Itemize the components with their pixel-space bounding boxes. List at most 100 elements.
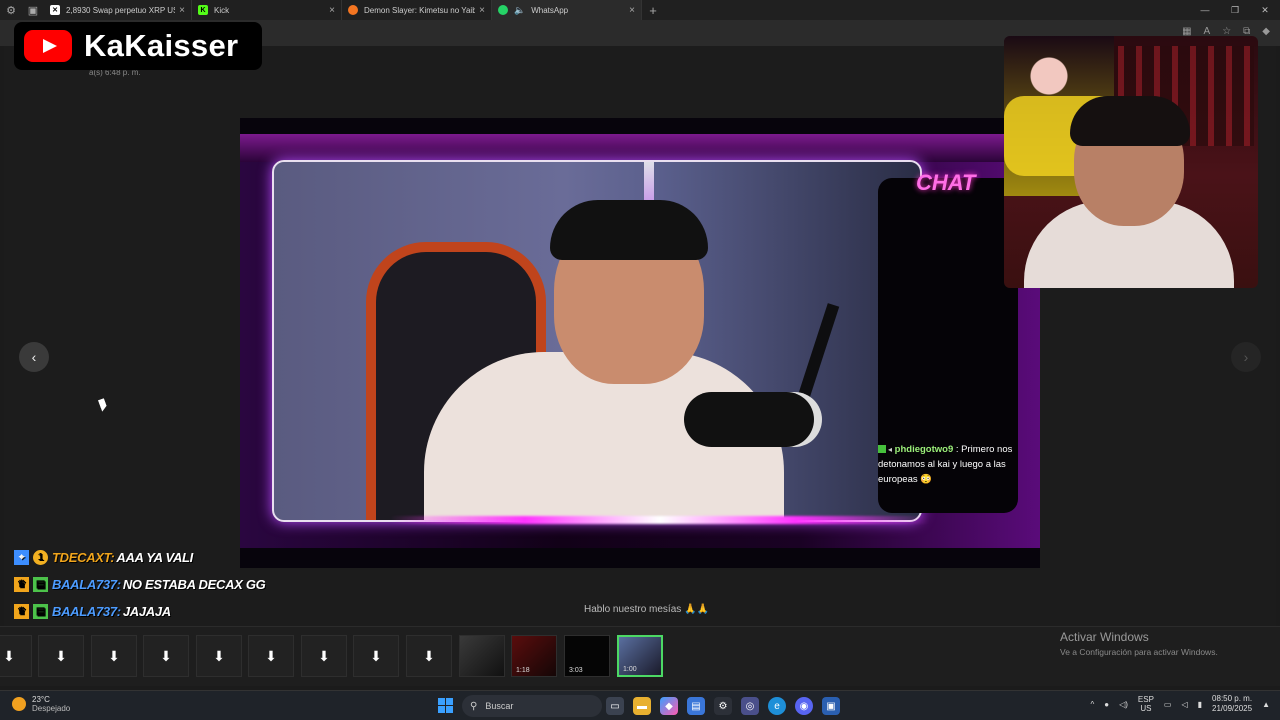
whatsapp-icon: [498, 5, 508, 15]
download-icon: ⬇: [3, 647, 15, 664]
close-icon[interactable]: ×: [179, 5, 185, 16]
copilot-icon[interactable]: ◆: [660, 697, 678, 715]
browser-menu-icon[interactable]: ⚙: [0, 0, 22, 20]
chat-username: TDECAXT:: [52, 550, 115, 565]
volume-icon[interactable]: ◁): [1119, 700, 1128, 709]
search-icon: ⚲: [470, 700, 478, 712]
download-icon: ⬇: [370, 647, 382, 664]
download-icon: ⬇: [265, 647, 277, 664]
store-icon[interactable]: ▤: [687, 697, 705, 715]
settings-icon[interactable]: ⚙: [714, 697, 732, 715]
kick-chat-line: ♛ ▤ BAALA737: NO ESTABA DECAX GG: [14, 571, 266, 598]
close-icon[interactable]: ×: [629, 5, 635, 16]
battery-icon[interactable]: ▮: [1198, 700, 1202, 709]
kick-chat-overlay: ⌖ 1 TDECAXT: AAA YA VALI ♛ ▤ BAALA737: N…: [14, 544, 266, 625]
weather-icon: [12, 697, 26, 711]
chat-message: NO ESTABA DECAX GG: [122, 577, 266, 592]
taskbar-apps: ▭ ▬ ◆ ▤ ⚙ ◎ e ◉ ▣: [606, 697, 840, 715]
speaker-icon[interactable]: 🔈: [514, 5, 525, 16]
thumbnail-video[interactable]: 1:18: [511, 635, 557, 677]
kick-icon: K: [198, 5, 208, 15]
thumbnail-download[interactable]: ⬇: [0, 635, 32, 677]
task-view-icon[interactable]: ▭: [606, 697, 624, 715]
youtube-logo-icon: [24, 30, 72, 62]
thumbnail-download[interactable]: ⬇: [406, 635, 452, 677]
network-icon[interactable]: ▭: [1164, 700, 1172, 709]
copilot-icon[interactable]: ◆: [1262, 26, 1270, 37]
chat-message: AAA YA VALI: [116, 550, 193, 565]
edge-icon[interactable]: e: [768, 697, 786, 715]
windows-taskbar: 23°C Despejado ⚲ Buscar ▭ ▬ ◆ ▤ ⚙ ◎ e ◉ …: [0, 690, 1280, 720]
thumbnail-download[interactable]: ⬇: [196, 635, 242, 677]
download-icon: ⬇: [108, 647, 120, 664]
stream-video[interactable]: CHAT ◂ phdiegotwo9 : Primero nos detonam…: [240, 118, 1040, 568]
tab-xrp[interactable]: ✕ 2,8930 Swap perpetuo XRP USD | ×: [44, 0, 192, 20]
chat-title: CHAT: [916, 170, 976, 195]
download-icon: ⬇: [423, 647, 435, 664]
crunchyroll-icon: [348, 5, 358, 15]
crown-icon: ♛: [14, 577, 29, 592]
taskbar-search[interactable]: ⚲ Buscar: [462, 695, 602, 717]
activate-title: Activar Windows: [1060, 630, 1149, 644]
close-window-icon[interactable]: ✕: [1250, 0, 1280, 20]
screen: ⚙ ▣ ✕ 2,8930 Swap perpetuo XRP USD | × K…: [0, 0, 1280, 720]
youtube-channel-badge: KaKaisser: [14, 22, 262, 70]
notification-icon[interactable]: ▲: [1262, 700, 1270, 709]
app-icon[interactable]: ◎: [741, 697, 759, 715]
file-explorer-icon[interactable]: ▬: [633, 697, 651, 715]
thumbnail-download[interactable]: ⬇: [143, 635, 189, 677]
chat-separator: :: [953, 444, 962, 455]
tab-whatsapp[interactable]: 🔈 WhatsApp ×: [492, 0, 642, 20]
close-icon[interactable]: ×: [329, 5, 335, 16]
thumbnail-image[interactable]: [459, 635, 505, 677]
video-duration: 1:18: [516, 667, 530, 674]
overlay-frame-top: [240, 134, 1040, 162]
next-media-button[interactable]: ›: [1231, 342, 1261, 372]
chevron-left-icon: ‹: [31, 349, 37, 365]
maximize-icon[interactable]: ❐: [1220, 0, 1250, 20]
level-badge-icon: 1: [33, 550, 48, 565]
chat-username: BAALA737:: [52, 604, 121, 619]
thumbnail-download[interactable]: ⬇: [248, 635, 294, 677]
weather-desc: Despejado: [32, 704, 71, 713]
media-caption: Hablo nuestro mesías 🙏🙏: [584, 604, 709, 615]
discord-icon[interactable]: ◉: [795, 697, 813, 715]
thumbnail-download[interactable]: ⬇: [301, 635, 347, 677]
input-language[interactable]: ESP US: [1138, 695, 1154, 713]
speaker-icon: ◂: [888, 445, 893, 454]
mic-icon[interactable]: ●: [1104, 700, 1109, 709]
thumbnail-download[interactable]: ⬇: [353, 635, 399, 677]
video-duration: 1:00: [623, 666, 637, 673]
kick-chat-line: ⌖ 1 TDECAXT: AAA YA VALI: [14, 544, 266, 571]
gift-icon: ▤: [33, 604, 48, 619]
chat-username: phdiegotwo9: [894, 444, 954, 455]
clock[interactable]: 08:50 p. m. 21/09/2025: [1212, 694, 1252, 714]
activate-windows-watermark: Activar Windows Ve a Configuración para …: [1060, 630, 1218, 657]
channel-name: KaKaisser: [84, 28, 239, 63]
facecam-overlay: [1004, 36, 1258, 288]
weather-widget[interactable]: 23°C Despejado: [12, 695, 70, 713]
thumbnail-video[interactable]: 3:03: [564, 635, 610, 677]
thumbnail-download[interactable]: ⬇: [91, 635, 137, 677]
app-window-icon[interactable]: ▣: [822, 697, 840, 715]
speaker-icon[interactable]: ◁: [1181, 700, 1187, 709]
tab-actions-icon[interactable]: ▣: [22, 0, 44, 20]
thumbnail-download[interactable]: ⬇: [38, 635, 84, 677]
x-icon: ✕: [50, 5, 60, 15]
window-controls: — ❐ ✕: [1190, 0, 1280, 20]
verified-icon: [878, 445, 886, 453]
chevron-up-icon[interactable]: ^: [1090, 700, 1094, 709]
microphone: [684, 392, 814, 447]
overlay-glow: [390, 516, 930, 524]
close-icon[interactable]: ×: [479, 5, 485, 16]
previous-media-button[interactable]: ‹: [19, 342, 49, 372]
start-button[interactable]: [438, 698, 453, 713]
tab-demon-slayer[interactable]: Demon Slayer: Kimetsu no Yaiba | ×: [342, 0, 492, 20]
kick-chat-line: ♛ ▤ BAALA737: JAJAJA: [14, 598, 266, 625]
tab-kick[interactable]: K Kick ×: [192, 0, 342, 20]
thumbnail-video-selected[interactable]: 1:00: [617, 635, 663, 677]
minimize-icon[interactable]: —: [1190, 0, 1220, 20]
weather-temp: 23°C: [32, 695, 50, 704]
chat-message: JAJAJA: [122, 604, 171, 619]
new-tab-icon[interactable]: +: [642, 3, 664, 18]
